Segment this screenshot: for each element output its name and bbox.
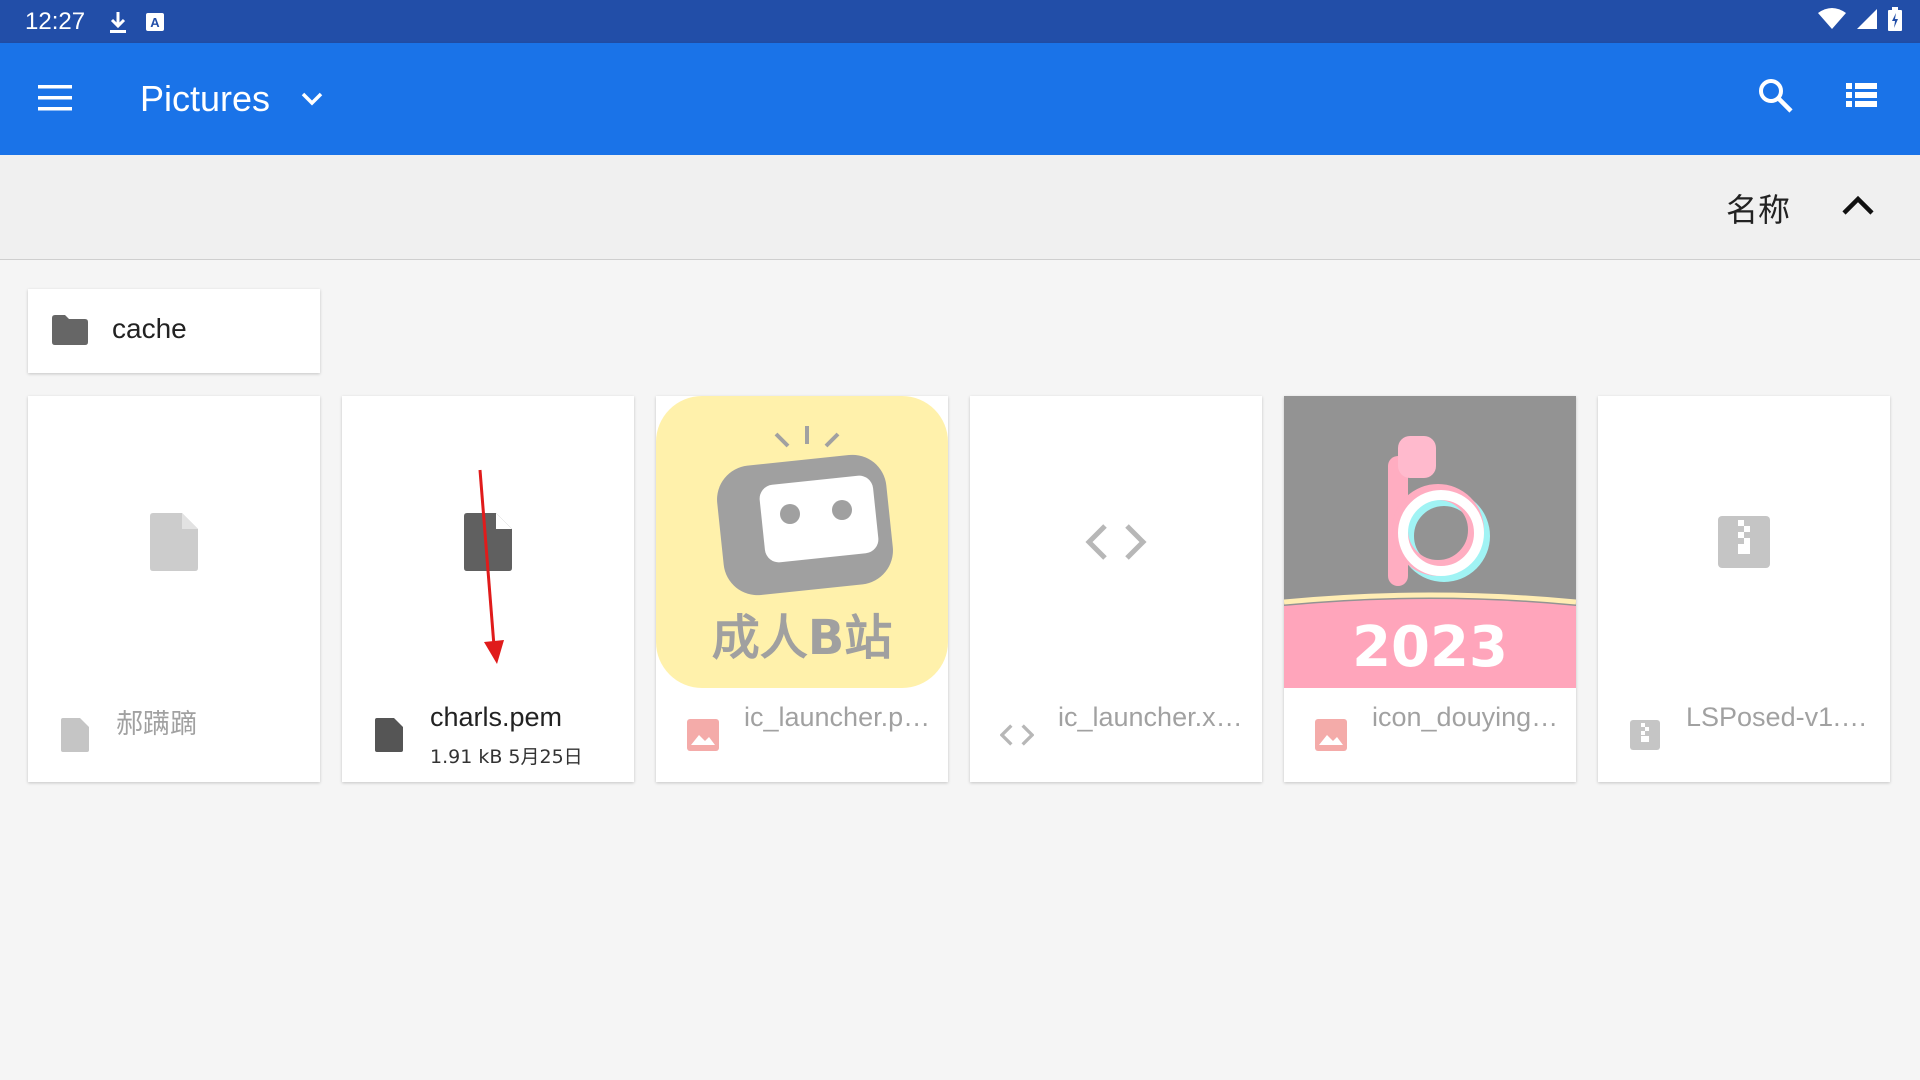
file-thumbnail (970, 396, 1262, 688)
image-thumbnail: 2023 (1284, 396, 1576, 688)
menu-icon[interactable] (38, 79, 88, 119)
file-item[interactable]: 郝蹒蹢 (28, 396, 320, 782)
file-name: ic_launcher.p… (744, 702, 931, 732)
file-item[interactable]: 成人B站 ic_launcher.p… (656, 396, 948, 782)
folder-icon (52, 315, 88, 350)
thumbnail-text: 成人B站 (712, 610, 893, 666)
image-icon (1314, 718, 1348, 752)
file-icon (372, 718, 406, 752)
file-item[interactable]: 2023 icon_douying… (1284, 396, 1576, 782)
sort-bar: 名称 (0, 155, 1920, 260)
svg-text:A: A (150, 15, 160, 30)
app-bar: Pictures (0, 43, 1920, 155)
list-view-icon[interactable] (1842, 76, 1888, 122)
battery-icon (1888, 7, 1902, 36)
red-arrow-annotation (478, 469, 504, 664)
status-bar: 12:27 A (0, 0, 1920, 43)
folder-name: cache (112, 313, 187, 344)
file-name: LSPosed-v1.… (1686, 702, 1868, 732)
page-title[interactable]: Pictures (140, 75, 270, 123)
file-icon (150, 513, 198, 571)
download-icon (107, 10, 129, 34)
chevron-down-icon[interactable] (296, 83, 328, 115)
file-icon (58, 718, 92, 752)
code-icon (1000, 718, 1034, 752)
image-thumbnail: 成人B站 (656, 396, 948, 688)
file-name: ic_launcher.x… (1058, 702, 1243, 732)
image-icon (686, 718, 720, 752)
file-thumbnail (1598, 396, 1890, 688)
archive-icon (1628, 718, 1662, 752)
file-item[interactable]: charls.pem 1.91 kB 5月25日 (342, 396, 634, 782)
file-item[interactable]: LSPosed-v1.… (1598, 396, 1890, 782)
file-name: icon_douying… (1372, 702, 1559, 732)
text-a-icon: A (145, 12, 165, 32)
file-meta: 1.91 kB 5月25日 (430, 746, 583, 768)
archive-icon (1718, 516, 1770, 568)
sort-by-name-button[interactable]: 名称 (1726, 185, 1790, 231)
file-name: 郝蹒蹢 (116, 709, 197, 740)
file-manager-screen: 12:27 A Pictures 名称 cache 郝蹒蹢 charls.pem… (0, 0, 1920, 1080)
chevron-up-icon[interactable] (1836, 185, 1880, 229)
search-icon[interactable] (1756, 76, 1802, 122)
folder-item[interactable]: cache (28, 289, 320, 373)
code-icon (1085, 524, 1147, 560)
file-thumbnail (28, 396, 320, 688)
file-name: charls.pem (430, 702, 563, 732)
thumbnail-text: 2023 (1352, 615, 1508, 680)
status-time: 12:27 (25, 7, 86, 35)
wifi-icon (1818, 8, 1846, 35)
file-item[interactable]: ic_launcher.x… (970, 396, 1262, 782)
status-right-icons (1818, 0, 1902, 43)
signal-icon (1856, 8, 1878, 35)
